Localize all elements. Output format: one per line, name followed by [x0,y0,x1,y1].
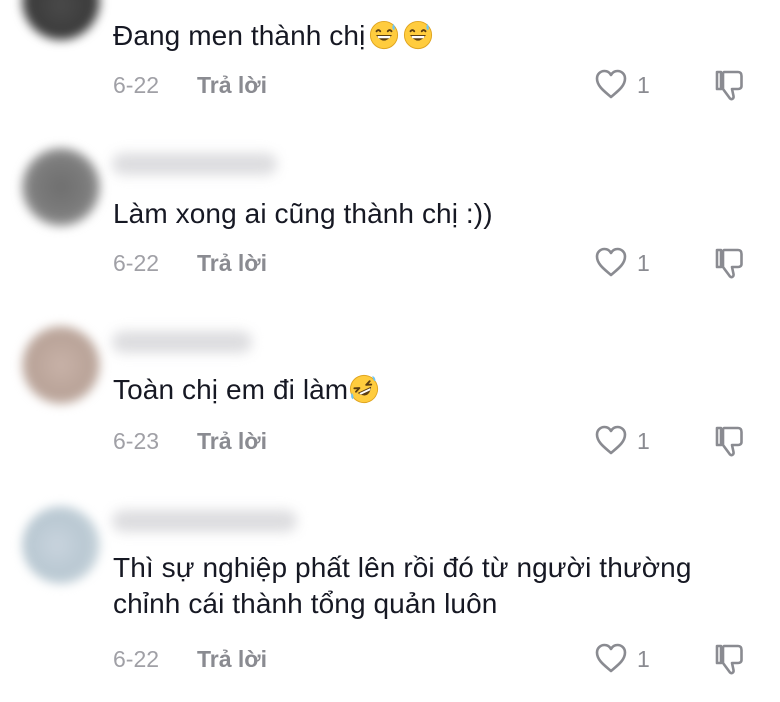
like-count: 1 [637,250,650,276]
comment-text: Làm xong ai cũng thành chị :)) [113,196,753,232]
comment-meta: 6-22 Trả lời 1 [113,66,763,106]
reply-button[interactable]: Trả lời [197,428,267,455]
avatar[interactable] [22,0,100,40]
heart-icon[interactable] [594,68,628,100]
heart-icon[interactable] [594,642,628,674]
username-blurred[interactable] [112,153,277,175]
like-count: 1 [637,72,650,98]
username-blurred[interactable] [112,510,297,532]
reply-button[interactable]: Trả lời [197,250,267,277]
comment-text-content: Đang men thành chị [113,20,366,51]
reply-button[interactable]: Trả lời [197,646,267,673]
comment-meta: 6-22 Trả lời 1 [113,640,763,680]
comment-item: Toàn chị em đi làm 6-23 Trả lời 1 [0,318,780,468]
comment-text: Toàn chị em đi làm [113,372,753,408]
avatar[interactable] [22,326,100,404]
like-count: 1 [637,646,650,672]
comment-text-content: Làm xong ai cũng thành chị :)) [113,198,493,229]
comment-meta: 6-22 Trả lời 1 [113,244,763,284]
avatar[interactable] [22,148,100,226]
comment-item: Làm xong ai cũng thành chị :)) 6-22 Trả … [0,140,780,290]
heart-icon[interactable] [594,424,628,456]
avatar[interactable] [22,506,100,584]
grinning-sweat-emoji [404,20,433,50]
username-blurred[interactable] [112,331,252,353]
comment-date: 6-22 [113,72,160,98]
comment-date: 6-22 [113,646,160,672]
comment-text-line: chỉnh cái thành tổng quản luôn [113,588,498,619]
dislike-icon[interactable] [713,245,747,281]
reply-button[interactable]: Trả lời [197,72,267,99]
heart-icon[interactable] [594,246,628,278]
dislike-icon[interactable] [713,67,747,103]
grinning-sweat-emoji [370,20,399,50]
comment-date: 6-23 [113,428,160,454]
comment-text-line: Thì sự nghiệp phất lên rồi đó từ người t… [113,552,692,583]
comment-text: Đang men thành chị [113,18,753,54]
comment-item: Đang men thành chị 6-22 Trả lời 1 [0,0,780,110]
comment-item: Thì sự nghiệp phất lên rồi đó từ người t… [0,500,780,700]
like-count: 1 [637,428,650,454]
dislike-icon[interactable] [713,641,747,677]
comment-text: Thì sự nghiệp phất lên rồi đó từ người t… [113,550,753,622]
rolling-laughing-emoji [350,374,379,404]
comment-meta: 6-23 Trả lời 1 [113,422,763,462]
dislike-icon[interactable] [713,423,747,459]
comment-date: 6-22 [113,250,160,276]
comment-text-content: Toàn chị em đi làm [113,374,349,405]
